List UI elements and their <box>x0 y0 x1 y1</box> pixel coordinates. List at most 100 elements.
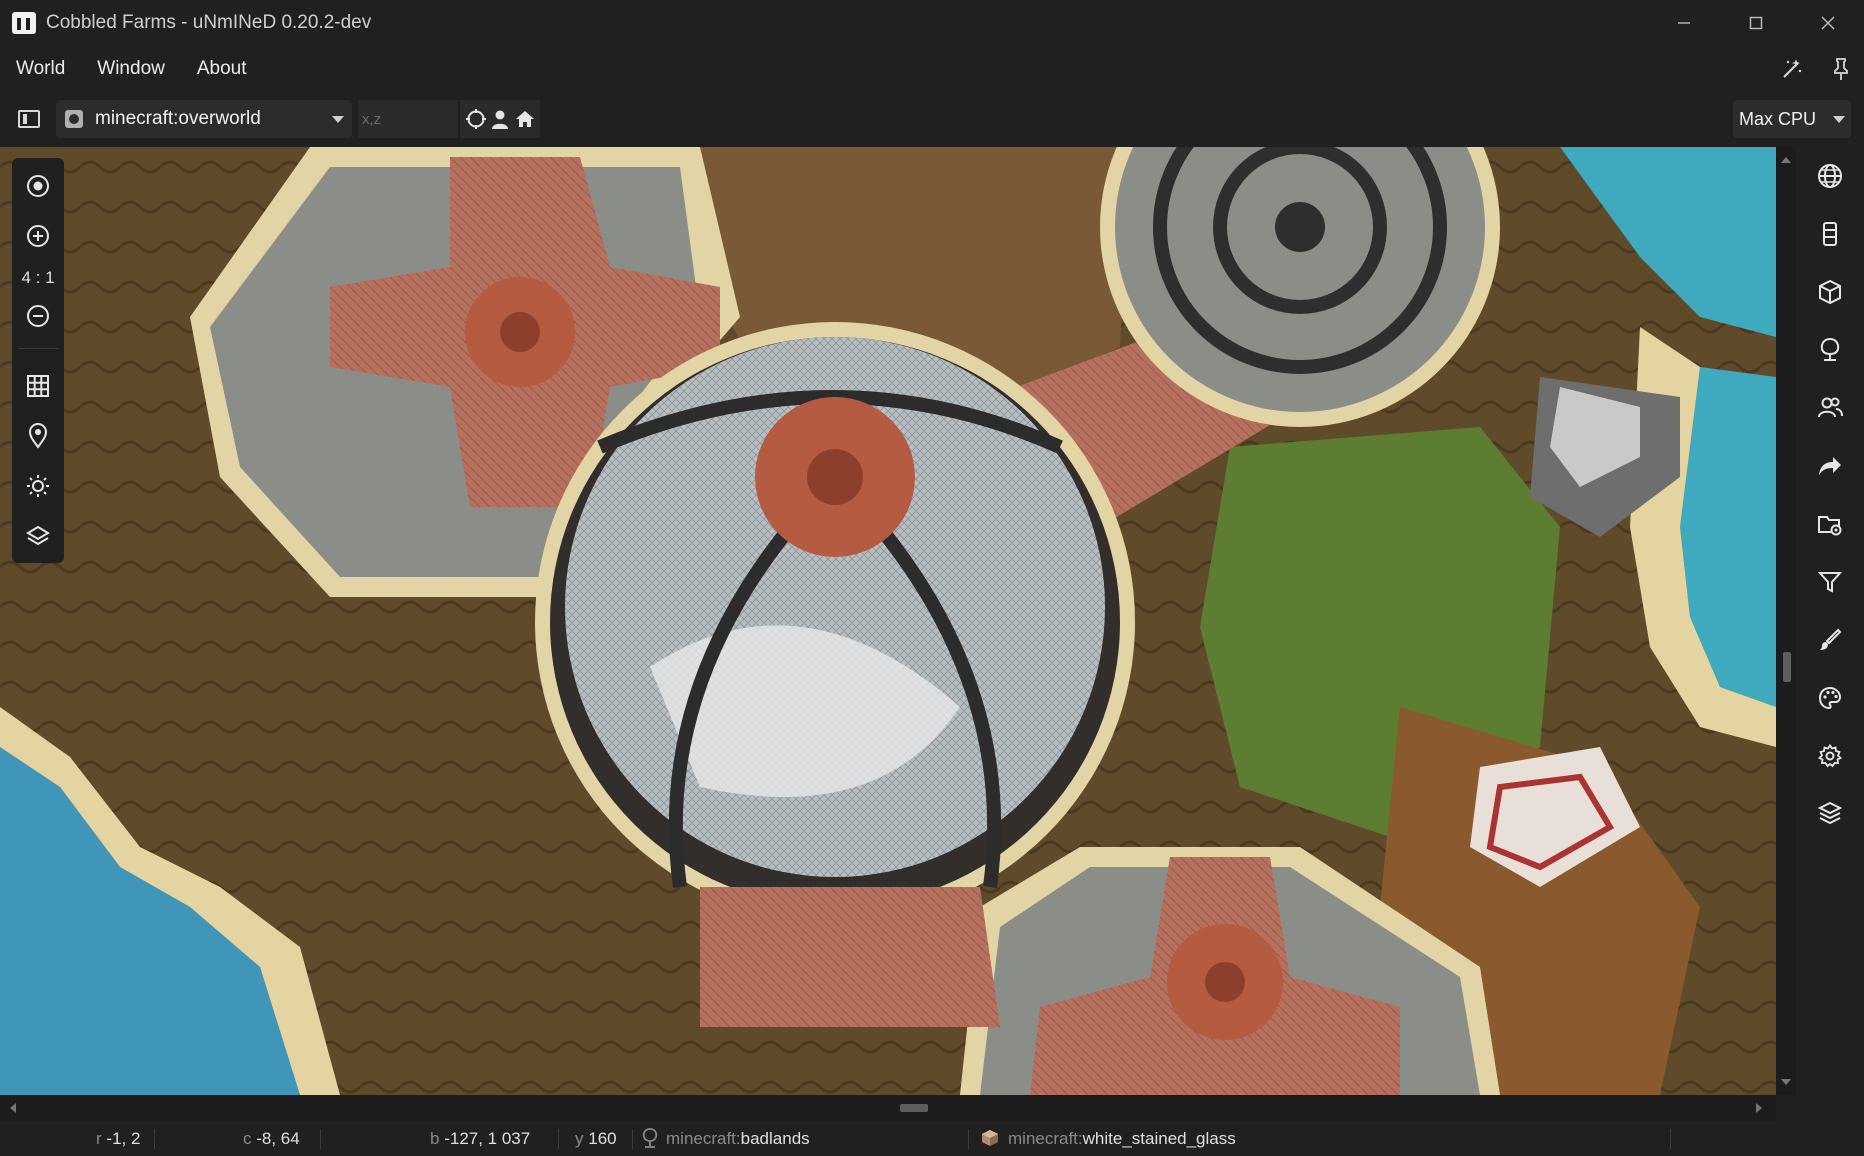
players-icon <box>1818 397 1843 418</box>
cpu-mode-value: Max CPU <box>1739 108 1817 129</box>
light-icon <box>27 475 49 497</box>
block-label: b <box>430 1129 440 1148</box>
grid-icon <box>27 375 49 397</box>
biome-button[interactable] <box>1796 327 1864 373</box>
center-icon <box>27 175 49 197</box>
zoom-in-button[interactable] <box>12 214 64 258</box>
home-icon[interactable] <box>515 109 535 129</box>
region-label: r <box>96 1129 102 1148</box>
layers-icon <box>26 525 50 546</box>
coordinates-input[interactable] <box>358 100 458 138</box>
block-name: white_stained_glass <box>1082 1129 1236 1148</box>
coordinate-buttons <box>460 100 540 138</box>
menu-window[interactable]: Window <box>81 45 181 93</box>
maximize-icon <box>1749 16 1763 29</box>
brush-icon <box>1820 628 1842 650</box>
tree-icon <box>1820 337 1840 361</box>
zoom-out-button[interactable] <box>12 294 64 338</box>
globe-icon <box>1818 164 1842 188</box>
tools-divider <box>18 348 58 349</box>
block-namespace: minecraft: <box>1008 1129 1083 1148</box>
close-button[interactable] <box>1792 0 1864 45</box>
zoom-out-icon <box>27 305 49 327</box>
cpu-mode-select[interactable]: Max CPU <box>1733 100 1851 138</box>
chevron-down-icon <box>1833 116 1845 123</box>
status-divider <box>558 1129 559 1149</box>
right-sidebar <box>1796 147 1864 1095</box>
chunk-label: c <box>243 1129 252 1148</box>
dimension-value: minecraft:overworld <box>95 108 261 129</box>
dimension-select[interactable]: minecraft:overworld <box>56 100 352 138</box>
menu-bar: World Window About <box>0 45 1864 93</box>
pin-icon[interactable] <box>1830 57 1852 81</box>
column-button[interactable] <box>1796 211 1864 257</box>
status-divider <box>154 1129 155 1149</box>
settings-button[interactable] <box>1796 733 1864 779</box>
share-icon <box>1819 457 1841 475</box>
status-region: r -1, 2 <box>96 1121 140 1156</box>
status-height: y 160 <box>575 1121 617 1156</box>
y-value: 160 <box>588 1129 617 1148</box>
status-divider <box>968 1129 969 1149</box>
scroll-left-icon[interactable] <box>10 1103 16 1113</box>
menu-world[interactable]: World <box>0 45 81 93</box>
title-bar: Cobbled Farms - uNmINeD 0.20.2-dev <box>0 0 1864 45</box>
block-value: -127, 1 037 <box>444 1129 531 1148</box>
palette-button[interactable] <box>1796 675 1864 721</box>
menu-right-tools <box>1780 45 1852 93</box>
horizontal-scrollbar[interactable] <box>0 1095 1776 1121</box>
biome-namespace: minecraft: <box>666 1129 741 1148</box>
folder-settings-button[interactable] <box>1796 501 1864 547</box>
window-title: Cobbled Farms - uNmINeD 0.20.2-dev <box>46 11 372 33</box>
center-button[interactable] <box>12 164 64 208</box>
brush-button[interactable] <box>1796 617 1864 663</box>
cube-button[interactable] <box>1796 269 1864 315</box>
wand-icon[interactable] <box>1780 57 1804 81</box>
biome-name: badlands <box>740 1129 810 1148</box>
status-chunk: c -8, 64 <box>243 1121 300 1156</box>
scroll-down-icon[interactable] <box>1781 1079 1791 1085</box>
chunk-value: -8, 64 <box>256 1129 300 1148</box>
cube-icon <box>1819 279 1841 305</box>
status-block: b -127, 1 037 <box>430 1121 530 1156</box>
maximize-button[interactable] <box>1720 0 1792 45</box>
region-value: -1, 2 <box>106 1129 141 1148</box>
sidebar-toggle-button[interactable] <box>18 110 40 128</box>
share-button[interactable] <box>1796 443 1864 489</box>
map-render[interactable] <box>0 147 1776 1095</box>
settings-icon <box>1818 744 1842 768</box>
window-controls <box>1648 0 1864 45</box>
folder-settings-icon <box>1818 516 1842 536</box>
layers-icon <box>1818 801 1842 825</box>
world-icon <box>65 110 83 128</box>
minimize-button[interactable] <box>1648 0 1720 45</box>
y-label: y <box>575 1129 584 1148</box>
marker-icon <box>28 423 48 449</box>
status-divider <box>1670 1129 1671 1149</box>
grid-button[interactable] <box>12 364 64 408</box>
overlay-layers-button[interactable] <box>1796 791 1864 837</box>
zoom-ratio: 4 : 1 <box>21 268 55 287</box>
block-icon <box>982 1130 998 1146</box>
layers-button[interactable] <box>12 514 64 558</box>
app-logo-icon <box>12 11 36 34</box>
scroll-up-icon[interactable] <box>1781 157 1791 163</box>
vertical-scrollbar[interactable] <box>1776 147 1796 1095</box>
crosshair-icon[interactable] <box>465 109 486 129</box>
status-block-type: minecraft:white_stained_glass <box>980 1121 1236 1156</box>
players-button[interactable] <box>1796 385 1864 431</box>
status-biome: minecraft:badlands <box>640 1121 810 1156</box>
close-icon <box>1821 16 1835 29</box>
filter-button[interactable] <box>1796 559 1864 605</box>
vertical-scroll-thumb[interactable] <box>1783 652 1791 682</box>
markers-button[interactable] <box>12 414 64 458</box>
horizontal-scroll-thumb[interactable] <box>900 1104 928 1112</box>
tree-icon <box>642 1128 658 1148</box>
map-view[interactable] <box>0 147 1776 1095</box>
lighting-button[interactable] <box>12 464 64 508</box>
scroll-right-icon[interactable] <box>1756 1103 1762 1113</box>
menu-about[interactable]: About <box>181 45 263 93</box>
world-view-button[interactable] <box>1796 153 1864 199</box>
status-bar: r -1, 2 c -8, 64 b -127, 1 037 y 160 min… <box>0 1121 1864 1156</box>
player-icon[interactable] <box>491 109 509 129</box>
